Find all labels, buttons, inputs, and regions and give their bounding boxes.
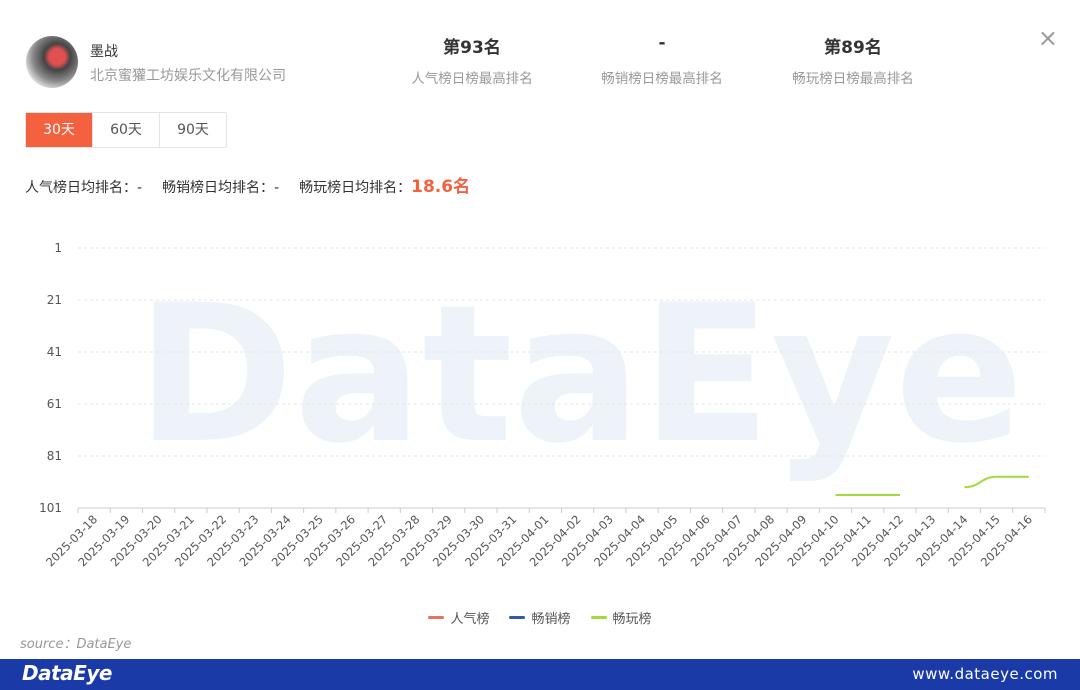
avg-play-label: 畅玩榜日均排名： xyxy=(299,180,412,196)
avg-play-value: 18.6名 xyxy=(411,177,471,197)
y-tick-label: 1 xyxy=(54,241,62,255)
y-tick-label: 21 xyxy=(47,293,62,307)
stat-popular-value: 第93名 xyxy=(443,38,501,58)
source-note: source：DataEye xyxy=(20,637,132,652)
stat-bestseller-label: 畅销榜日榜最高排名 xyxy=(601,71,723,87)
legend-play[interactable]: 畅玩榜 xyxy=(590,608,652,627)
footer-bar: DataEye www.dataeye.com xyxy=(0,659,1080,690)
avg-bestseller-value: - xyxy=(274,180,280,196)
legend-popular[interactable]: 人气榜 xyxy=(428,608,489,627)
tab-30-days[interactable]: 30天 xyxy=(26,113,93,147)
tab-60-days[interactable]: 60天 xyxy=(93,113,160,147)
stat-bestseller-value: - xyxy=(658,33,666,53)
avg-popular: 人气榜日均排名：- xyxy=(25,177,142,197)
avg-popular-label: 人气榜日均排名： xyxy=(25,180,137,196)
game-logo xyxy=(26,36,78,88)
y-tick-label: 101 xyxy=(39,501,62,515)
avg-popular-value: - xyxy=(137,180,143,196)
stat-popular: 第93名 人气榜日榜最高排名 xyxy=(372,33,572,87)
average-rank-summary: 人气榜日均排名：- 畅销榜日均排名：- 畅玩榜日均排名：18.6名 xyxy=(25,172,490,197)
footer-brand: DataEye xyxy=(22,661,112,685)
dataeye-watermark: DataEye xyxy=(136,264,1023,485)
stat-play-label: 畅玩榜日榜最高排名 xyxy=(792,71,914,87)
stat-play: 第89名 畅玩榜日榜最高排名 xyxy=(753,33,953,87)
stat-popular-label: 人气榜日榜最高排名 xyxy=(411,71,533,87)
stat-bestseller: - 畅销榜日榜最高排名 xyxy=(562,33,762,87)
y-tick-label: 61 xyxy=(47,397,62,411)
y-tick-label: 41 xyxy=(47,345,62,359)
y-tick-label: 81 xyxy=(47,449,62,463)
legend-bestseller-label: 畅销榜 xyxy=(531,612,571,627)
legend-swatch xyxy=(509,616,526,619)
avg-bestseller: 畅销榜日均排名：- xyxy=(162,177,279,197)
game-name: 墨战 xyxy=(90,44,118,60)
close-icon[interactable]: × xyxy=(1038,24,1058,52)
legend-popular-label: 人气榜 xyxy=(450,612,490,627)
period-tabs: 30天 60天 90天 xyxy=(25,112,227,148)
stat-play-value: 第89名 xyxy=(824,38,882,58)
avg-bestseller-label: 畅销榜日均排名： xyxy=(162,180,275,196)
legend-swatch xyxy=(428,616,445,619)
rank-line-chart: DataEye 1 21 41 61 81 101 2025-03-182025-03-1… xyxy=(39,241,1046,569)
y-axis: 1 21 41 61 81 101 xyxy=(39,241,62,515)
x-axis: 2025-03-182025-03-192025-03-202025-03-21… xyxy=(43,508,1046,569)
avg-play: 畅玩榜日均排名：18.6名 xyxy=(299,172,470,197)
company-name: 北京蜜獾工坊娱乐文化有限公司 xyxy=(90,68,286,84)
chart-legend: 人气榜 畅销榜 畅玩榜 xyxy=(0,608,1080,627)
legend-play-label: 畅玩榜 xyxy=(612,612,652,627)
tab-90-days[interactable]: 90天 xyxy=(160,113,226,147)
legend-swatch xyxy=(590,616,607,619)
legend-bestseller[interactable]: 畅销榜 xyxy=(509,608,571,627)
footer-url[interactable]: www.dataeye.com xyxy=(912,665,1058,683)
